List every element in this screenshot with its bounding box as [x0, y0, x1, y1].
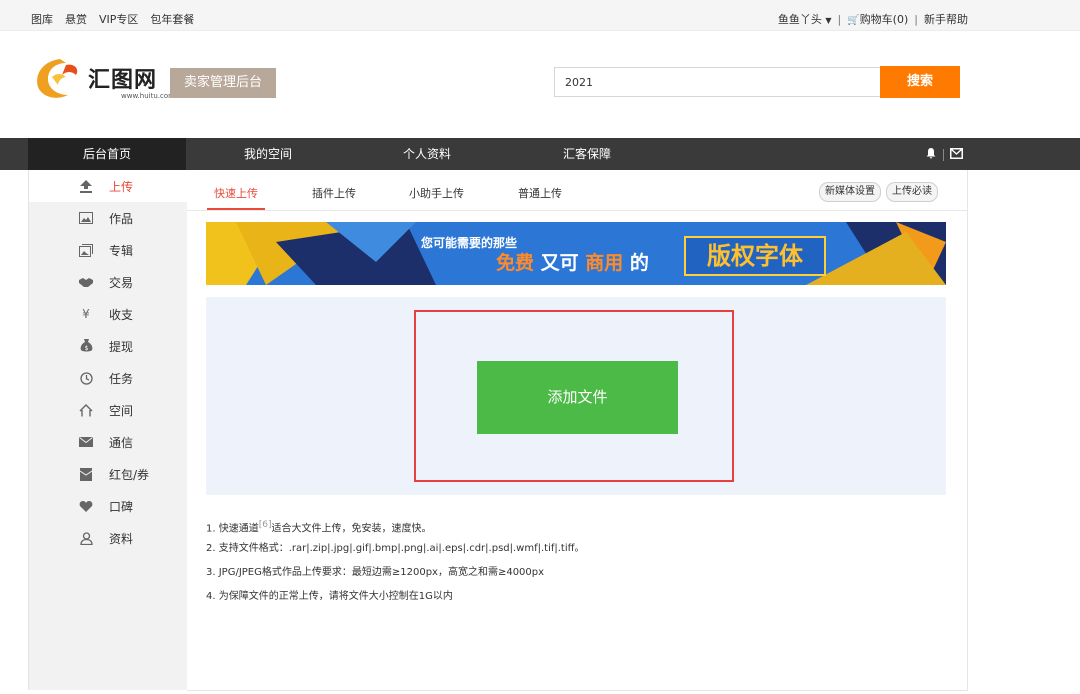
sidebar-item-label: 提现	[109, 339, 134, 354]
note-1: 1. 快速通道[6]适合大文件上传，免安装，速度快。	[206, 518, 585, 542]
chevron-down-icon: ▼	[825, 16, 832, 25]
banner-word-also: 又可	[540, 252, 579, 274]
bell-icon[interactable]	[925, 147, 937, 162]
image-icon	[78, 210, 94, 226]
home-icon	[78, 402, 94, 418]
tab-assistant-upload[interactable]: 小助手上传	[409, 185, 464, 201]
search-input[interactable]	[554, 67, 880, 97]
sidebar-item-redpacket[interactable]: 红包/券	[29, 458, 187, 490]
sidebar: 上传 作品 专辑 交易 ¥ 收支 $ 提现 任务 空间 通信 红包/券 口碑 资…	[28, 170, 188, 690]
active-tab-indicator	[207, 208, 265, 210]
upload-tabs: 快速上传 插件上传 小助手上传 普通上传 新媒体设置 上传必读	[187, 170, 967, 211]
svg-text:$: $	[84, 345, 88, 352]
sidebar-item-works[interactable]: 作品	[29, 202, 187, 234]
top-user-area: 鱼鱼丫头 ▼ | 🛒购物车(0) | 新手帮助	[778, 11, 968, 27]
sidebar-item-trade[interactable]: 交易	[29, 266, 187, 298]
handshake-icon	[78, 274, 94, 290]
banner-subline: 免费 又可 商用 的	[496, 248, 649, 275]
sidebar-item-label: 专辑	[109, 243, 134, 258]
banner-word-commercial: 商用	[585, 252, 624, 274]
divider: |	[914, 12, 918, 26]
search-button[interactable]: 搜索	[880, 66, 960, 98]
mail-icon	[78, 434, 94, 450]
top-link-vip[interactable]: VIP专区	[99, 11, 138, 27]
sidebar-item-space[interactable]: 空间	[29, 394, 187, 426]
divider: |	[837, 12, 842, 26]
sidebar-item-album[interactable]: 专辑	[29, 234, 187, 266]
nav-profile[interactable]: 个人资料	[403, 138, 451, 170]
logo-icon	[37, 59, 78, 98]
sidebar-item-label: 口碑	[109, 499, 134, 514]
new-media-settings-button[interactable]: 新媒体设置	[819, 182, 881, 202]
upload-icon	[78, 178, 94, 194]
nav-my-space[interactable]: 我的空间	[244, 138, 292, 170]
sidebar-item-label: 作品	[109, 211, 134, 226]
top-link-bounty[interactable]: 悬赏	[65, 11, 87, 27]
sidebar-item-label: 上传	[109, 179, 134, 194]
cart-label: 购物车(0)	[859, 13, 909, 26]
upload-must-read-button[interactable]: 上传必读	[886, 182, 938, 202]
sidebar-item-profile[interactable]: 资料	[29, 522, 187, 554]
main-panel: 快速上传 插件上传 小助手上传 普通上传 新媒体设置 上传必读 您可能需要的那些…	[187, 170, 968, 691]
album-icon	[78, 242, 94, 258]
sidebar-item-label: 空间	[109, 403, 134, 418]
yen-icon: ¥	[82, 307, 90, 321]
nav-icons	[925, 147, 963, 162]
top-link-gallery[interactable]: 图库	[31, 11, 53, 27]
top-links: 图库 悬赏 VIP专区 包年套餐	[31, 11, 194, 27]
add-file-button[interactable]: 添加文件	[477, 361, 678, 434]
note-1-text: 适合大文件上传，免安装，速度快。	[271, 523, 432, 535]
divider	[943, 148, 944, 161]
user-icon	[78, 530, 94, 546]
help-link[interactable]: 新手帮助	[924, 11, 968, 27]
note-3: 3. JPG/JPEG格式作品上传要求：最短边需≥1200px，高宽之和需≥40…	[206, 567, 545, 578]
sidebar-item-task[interactable]: 任务	[29, 362, 187, 394]
sidebar-item-finance[interactable]: ¥ 收支	[29, 298, 187, 330]
seller-admin-button[interactable]: 卖家管理后台	[170, 68, 276, 98]
note-1-sup: [6]	[258, 520, 272, 530]
nav-home[interactable]: 后台首页	[28, 138, 186, 170]
font-promo-banner[interactable]: 您可能需要的那些 免费 又可 商用 的 版权字体	[206, 222, 946, 285]
cart-link[interactable]: 🛒购物车(0)	[847, 11, 908, 27]
main-nav: 后台首页 我的空间 个人资料 汇客保障	[0, 138, 1080, 170]
clock-icon	[78, 370, 94, 386]
sidebar-item-reputation[interactable]: 口碑	[29, 490, 187, 522]
note-4: 4. 为保障文件的正常上传，请将文件大小控制在1G以内	[206, 591, 453, 602]
reputation-icon	[78, 498, 94, 514]
logo-text: 汇图网	[88, 67, 158, 93]
tab-plugin-upload[interactable]: 插件上传	[312, 185, 356, 201]
nav-guarantee[interactable]: 汇客保障	[563, 138, 611, 170]
sidebar-item-withdraw[interactable]: $ 提现	[29, 330, 187, 362]
sidebar-item-label: 红包/券	[109, 467, 150, 482]
banner-word-free: 免费	[496, 252, 535, 274]
logo-subtext: www.huitu.com	[121, 92, 175, 100]
user-menu[interactable]: 鱼鱼丫头 ▼	[778, 11, 832, 27]
site-logo[interactable]: 汇图网 www.huitu.com	[30, 55, 175, 101]
top-bar: 图库 悬赏 VIP专区 包年套餐 鱼鱼丫头 ▼ | 🛒购物车(0) | 新手帮助	[0, 0, 1080, 31]
username: 鱼鱼丫头	[777, 13, 822, 26]
sidebar-item-label: 收支	[109, 307, 134, 322]
tab-quick-upload[interactable]: 快速上传	[214, 185, 258, 201]
sidebar-item-message[interactable]: 通信	[29, 426, 187, 458]
money-bag-icon: $	[78, 338, 94, 354]
cart-icon: 🛒	[847, 15, 860, 26]
sidebar-item-label: 交易	[109, 275, 134, 290]
top-link-annual[interactable]: 包年套餐	[150, 11, 194, 27]
note-2: 2. 支持文件格式：.rar|.zip|.jpg|.gif|.bmp|.png|…	[206, 543, 585, 554]
redpacket-icon	[78, 466, 94, 482]
upload-notes: 1. 快速通道[6]适合大文件上传，免安装，速度快。 2. 支持文件格式：.ra…	[206, 518, 585, 614]
banner-highlight-box: 版权字体	[684, 236, 826, 276]
sidebar-item-label: 通信	[109, 435, 134, 450]
sidebar-item-label: 任务	[109, 371, 134, 386]
sidebar-item-upload[interactable]: 上传	[29, 170, 188, 202]
banner-word-of: 的	[629, 252, 649, 274]
sidebar-item-label: 资料	[109, 531, 134, 546]
note-1-prefix: 1. 快速通道	[206, 523, 259, 535]
message-icon[interactable]	[950, 147, 963, 162]
tab-normal-upload[interactable]: 普通上传	[518, 185, 562, 201]
